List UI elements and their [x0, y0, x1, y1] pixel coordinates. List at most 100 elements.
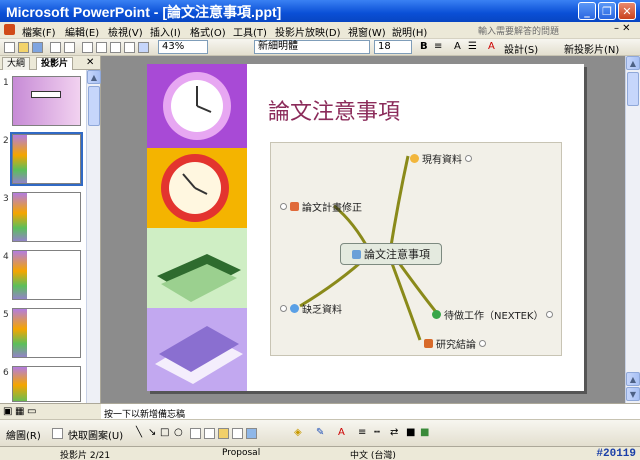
expand-icon[interactable]: [479, 340, 486, 347]
scroll-thumb[interactable]: [88, 86, 100, 126]
slide-thumbnail[interactable]: [12, 250, 81, 300]
slide-thumbnail[interactable]: [10, 132, 83, 186]
mindmap-node[interactable]: 待做工作（NEXTEK）: [432, 307, 554, 322]
font-grow-icon[interactable]: A: [454, 41, 461, 52]
menu-tools[interactable]: 工具(T): [233, 24, 267, 39]
tab-outline[interactable]: 大綱: [2, 57, 31, 70]
editor-scrollbar[interactable]: ▲ ▲ ▼: [625, 56, 640, 403]
status-language: 中文 (台灣): [350, 451, 396, 460]
textbox-icon[interactable]: [190, 428, 201, 439]
drawing-toolbar: 繪圖(R) 快取圖案(U) ╲ ↘ □ ○ ◈ ✎ A ≡ ┅ ⇄ ■ ■: [0, 419, 640, 446]
new-icon[interactable]: [4, 42, 15, 53]
bold-button[interactable]: B: [420, 41, 428, 52]
clipart-icon[interactable]: [232, 428, 243, 439]
pencil-icon: [424, 339, 433, 348]
expand-icon[interactable]: [280, 203, 287, 210]
new-slide-button[interactable]: 新投影片(N): [564, 41, 619, 56]
fill-color-icon[interactable]: ◈: [294, 427, 302, 438]
node-label: 研究結論: [436, 340, 476, 351]
thumb-number: 2: [3, 136, 9, 146]
align-icon[interactable]: ≡: [434, 41, 442, 52]
font-select[interactable]: 新細明體: [254, 40, 370, 54]
menu-slideshow[interactable]: 投影片放映(D): [275, 24, 341, 39]
mindmap-node[interactable]: 研究結論: [424, 336, 486, 351]
maximize-button[interactable]: ❐: [598, 2, 616, 20]
autoshapes-button[interactable]: 快取圖案(U): [68, 427, 123, 442]
next-slide-icon[interactable]: ▼: [626, 387, 640, 401]
help-search-box[interactable]: 輸入需要解答的問題: [478, 24, 600, 37]
save-icon[interactable]: [32, 42, 43, 53]
thumb-number: 6: [3, 368, 9, 378]
menu-view[interactable]: 檢視(V): [108, 24, 143, 39]
line-color-icon[interactable]: ✎: [316, 427, 324, 438]
menu-help[interactable]: 說明(H): [392, 24, 427, 39]
shadow-icon[interactable]: ■: [406, 427, 415, 438]
dash-style-icon[interactable]: ┅: [374, 427, 380, 438]
tab-slides[interactable]: 投影片: [36, 57, 74, 70]
slideshow-view-icon[interactable]: ▭: [27, 406, 36, 417]
picture-icon[interactable]: [246, 428, 257, 439]
table-icon[interactable]: [138, 42, 149, 53]
wordart-icon[interactable]: [204, 428, 215, 439]
menu-format[interactable]: 格式(O): [190, 24, 226, 39]
oval-tool-icon[interactable]: ○: [174, 427, 183, 438]
font-color-icon[interactable]: A: [338, 427, 345, 438]
menu-file[interactable]: 檔案(F): [22, 24, 56, 39]
paste-icon[interactable]: [124, 42, 135, 53]
zoom-select[interactable]: 43%: [158, 40, 208, 54]
title-bar: Microsoft PowerPoint - [論文注意事項.ppt] _ ❐ …: [0, 0, 640, 22]
arrow-tool-icon[interactable]: ↘: [148, 427, 156, 438]
diagram-icon[interactable]: [218, 428, 229, 439]
open-icon[interactable]: [18, 42, 29, 53]
preview-icon[interactable]: [64, 42, 75, 53]
doc-close-icon[interactable]: – ✕: [614, 23, 631, 34]
menu-edit[interactable]: 編輯(E): [65, 24, 99, 39]
pane-scrollbar[interactable]: ▲: [86, 70, 101, 403]
draw-menu-button[interactable]: 繪圖(R): [6, 427, 41, 442]
scroll-up-icon[interactable]: ▲: [87, 70, 101, 84]
pane-tabs: 大綱 投影片 ✕: [0, 56, 100, 70]
thumb-number: 3: [3, 194, 9, 204]
font-color-icon[interactable]: A: [488, 41, 495, 52]
select-pointer-icon[interactable]: [52, 428, 63, 439]
arrow-style-icon[interactable]: ⇄: [390, 427, 398, 438]
copy-icon[interactable]: [110, 42, 121, 53]
menu-window[interactable]: 視窗(W): [348, 24, 386, 39]
app-icon[interactable]: [4, 24, 15, 35]
mindmap-node[interactable]: 現有資料: [410, 151, 472, 166]
expand-icon[interactable]: [280, 305, 287, 312]
notes-pane[interactable]: 按一下以新增備忘稿: [101, 403, 640, 420]
prev-slide-icon[interactable]: ▲: [626, 372, 640, 386]
rectangle-tool-icon[interactable]: □: [160, 427, 169, 438]
mindmap-node[interactable]: 缺乏資料: [280, 301, 342, 316]
sorter-view-icon[interactable]: ▦: [15, 406, 24, 417]
cut-icon[interactable]: [96, 42, 107, 53]
status-slide-position: 投影片 2/21: [60, 451, 111, 460]
minimize-button[interactable]: _: [578, 2, 596, 20]
menu-insert[interactable]: 插入(I): [150, 24, 181, 39]
expand-icon[interactable]: [465, 155, 472, 162]
slide-thumbnail[interactable]: [12, 366, 81, 402]
scroll-up-icon[interactable]: ▲: [626, 56, 640, 70]
close-button[interactable]: ✕: [618, 2, 636, 20]
line-tool-icon[interactable]: ╲: [136, 427, 142, 438]
3d-icon[interactable]: ■: [420, 427, 429, 438]
slide-thumbnail[interactable]: [12, 192, 81, 242]
thumb-number: 4: [3, 252, 9, 262]
expand-icon[interactable]: [546, 311, 554, 318]
scroll-thumb[interactable]: [627, 72, 639, 106]
slide-thumbnail[interactable]: [12, 76, 81, 126]
spelling-icon[interactable]: [82, 42, 93, 53]
mindmap-node[interactable]: 論文計畫修正: [280, 199, 362, 214]
slide-thumbnail[interactable]: [12, 308, 81, 358]
normal-view-icon[interactable]: ▣: [3, 406, 12, 417]
font-size-select[interactable]: 18: [374, 40, 412, 54]
line-style-icon[interactable]: ≡: [358, 427, 366, 438]
list-icon[interactable]: ☰: [468, 41, 477, 52]
print-icon[interactable]: [50, 42, 61, 53]
pane-close-icon[interactable]: ✕: [86, 57, 94, 68]
design-button[interactable]: 設計(S): [504, 41, 538, 56]
node-label: 缺乏資料: [302, 305, 342, 316]
slide-title[interactable]: 論文注意事項: [268, 94, 400, 126]
mindmap-center-node[interactable]: 論文注意事項: [340, 243, 442, 265]
